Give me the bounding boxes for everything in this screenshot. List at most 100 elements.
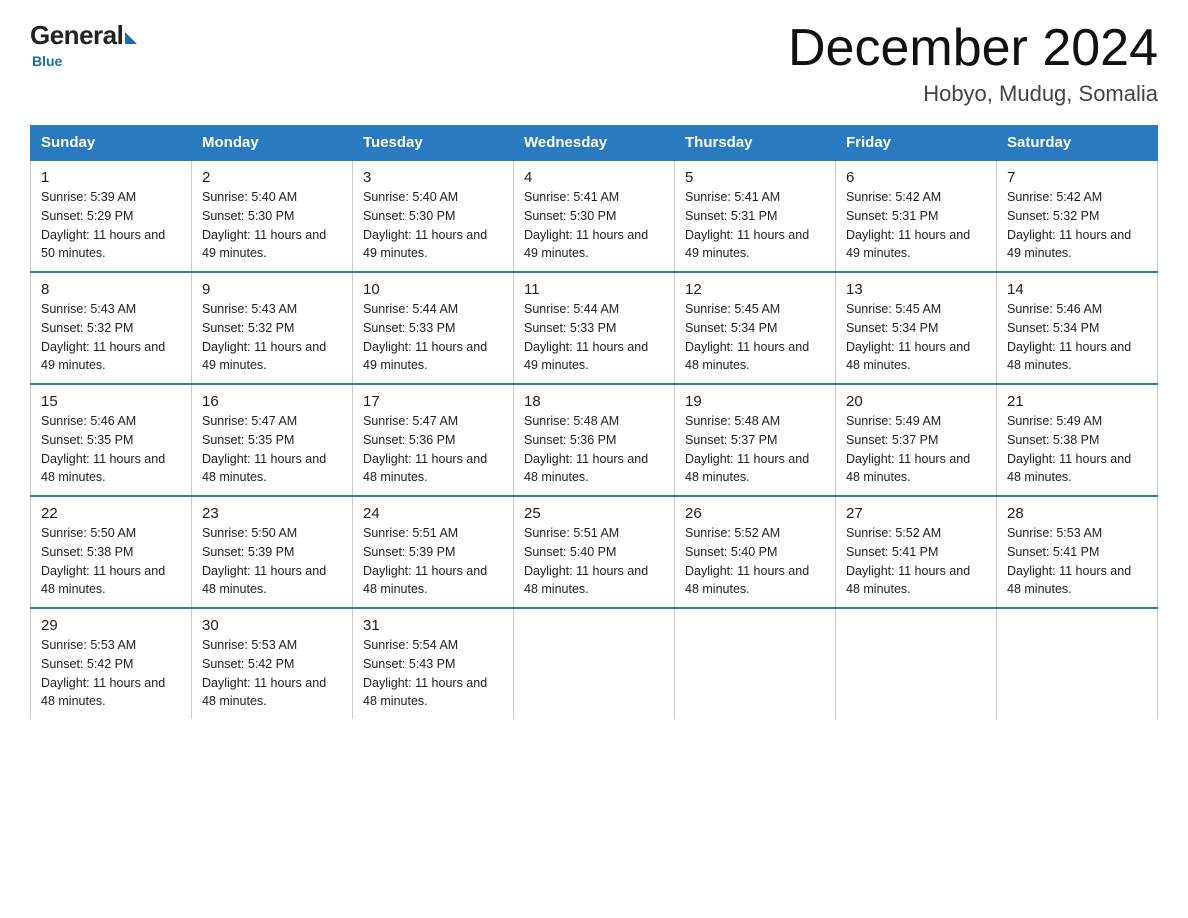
day-info: Sunrise: 5:46 AMSunset: 5:34 PMDaylight:…: [1007, 300, 1147, 375]
calendar-cell: 25 Sunrise: 5:51 AMSunset: 5:40 PMDayligh…: [514, 496, 675, 608]
header-saturday: Saturday: [997, 126, 1158, 161]
week-row-5: 29 Sunrise: 5:53 AMSunset: 5:42 PMDayligh…: [31, 608, 1158, 719]
calendar-cell: 29 Sunrise: 5:53 AMSunset: 5:42 PMDayligh…: [31, 608, 192, 719]
week-row-3: 15 Sunrise: 5:46 AMSunset: 5:35 PMDayligh…: [31, 384, 1158, 496]
day-info: Sunrise: 5:44 AMSunset: 5:33 PMDaylight:…: [363, 300, 503, 375]
calendar-cell: 13 Sunrise: 5:45 AMSunset: 5:34 PMDayligh…: [836, 272, 997, 384]
day-number: 15: [41, 393, 181, 410]
calendar-cell: 16Sunrise: 5:47 AMSunset: 5:35 PMDayligh…: [192, 384, 353, 496]
day-info: Sunrise: 5:40 AMSunset: 5:30 PMDaylight:…: [363, 188, 503, 263]
day-info: Sunrise: 5:50 AMSunset: 5:39 PMDaylight:…: [202, 524, 342, 599]
day-number: 19: [685, 393, 825, 410]
day-info: Sunrise: 5:43 AMSunset: 5:32 PMDaylight:…: [41, 300, 181, 375]
day-info: Sunrise: 5:51 AMSunset: 5:39 PMDaylight:…: [363, 524, 503, 599]
day-info: Sunrise: 5:40 AMSunset: 5:30 PMDaylight:…: [202, 188, 342, 263]
day-number: 4: [524, 169, 664, 186]
calendar-cell: 17 Sunrise: 5:47 AMSunset: 5:36 PMDayligh…: [353, 384, 514, 496]
calendar-cell: 28 Sunrise: 5:53 AMSunset: 5:41 PMDayligh…: [997, 496, 1158, 608]
day-info: Sunrise: 5:42 AMSunset: 5:31 PMDaylight:…: [846, 188, 986, 263]
day-info: Sunrise: 5:43 AMSunset: 5:32 PMDaylight:…: [202, 300, 342, 375]
day-number: 20: [846, 393, 986, 410]
calendar-cell: 23 Sunrise: 5:50 AMSunset: 5:39 PMDayligh…: [192, 496, 353, 608]
day-info: Sunrise: 5:42 AMSunset: 5:32 PMDaylight:…: [1007, 188, 1147, 263]
day-info: Sunrise: 5:41 AMSunset: 5:30 PMDaylight:…: [524, 188, 664, 263]
logo: General Blue: [30, 20, 139, 69]
calendar-cell: 10 Sunrise: 5:44 AMSunset: 5:33 PMDayligh…: [353, 272, 514, 384]
day-number: 2: [202, 169, 342, 186]
day-info: Sunrise: 5:54 AMSunset: 5:43 PMDaylight:…: [363, 636, 503, 711]
calendar-cell: 15 Sunrise: 5:46 AMSunset: 5:35 PMDayligh…: [31, 384, 192, 496]
day-number: 30: [202, 617, 342, 634]
calendar-cell: 14 Sunrise: 5:46 AMSunset: 5:34 PMDayligh…: [997, 272, 1158, 384]
calendar-cell: 2 Sunrise: 5:40 AMSunset: 5:30 PMDaylight…: [192, 160, 353, 272]
logo-subtitle: Blue: [32, 53, 62, 69]
calendar-header-row: SundayMondayTuesdayWednesdayThursdayFrid…: [31, 126, 1158, 161]
calendar-cell: 30Sunrise: 5:53 AMSunset: 5:42 PMDayligh…: [192, 608, 353, 719]
calendar-cell: 12 Sunrise: 5:45 AMSunset: 5:34 PMDayligh…: [675, 272, 836, 384]
day-info: Sunrise: 5:53 AMSunset: 5:42 PMDaylight:…: [41, 636, 181, 711]
day-info: Sunrise: 5:44 AMSunset: 5:33 PMDaylight:…: [524, 300, 664, 375]
day-number: 29: [41, 617, 181, 634]
day-number: 11: [524, 281, 664, 298]
day-info: Sunrise: 5:53 AMSunset: 5:41 PMDaylight:…: [1007, 524, 1147, 599]
header-wednesday: Wednesday: [514, 126, 675, 161]
calendar-cell: 19Sunrise: 5:48 AMSunset: 5:37 PMDayligh…: [675, 384, 836, 496]
calendar-cell: [675, 608, 836, 719]
week-row-1: 1Sunrise: 5:39 AMSunset: 5:29 PMDaylight…: [31, 160, 1158, 272]
week-row-2: 8 Sunrise: 5:43 AMSunset: 5:32 PMDaylight…: [31, 272, 1158, 384]
calendar-cell: [836, 608, 997, 719]
day-number: 14: [1007, 281, 1147, 298]
calendar-cell: 9 Sunrise: 5:43 AMSunset: 5:32 PMDaylight…: [192, 272, 353, 384]
day-info: Sunrise: 5:45 AMSunset: 5:34 PMDaylight:…: [846, 300, 986, 375]
day-number: 21: [1007, 393, 1147, 410]
header-monday: Monday: [192, 126, 353, 161]
calendar-cell: 26 Sunrise: 5:52 AMSunset: 5:40 PMDayligh…: [675, 496, 836, 608]
day-number: 16: [202, 393, 342, 410]
title-block: December 2024 Hobyo, Mudug, Somalia: [788, 20, 1158, 107]
calendar-cell: 20 Sunrise: 5:49 AMSunset: 5:37 PMDayligh…: [836, 384, 997, 496]
day-info: Sunrise: 5:49 AMSunset: 5:37 PMDaylight:…: [846, 412, 986, 487]
day-info: Sunrise: 5:46 AMSunset: 5:35 PMDaylight:…: [41, 412, 181, 487]
day-number: 13: [846, 281, 986, 298]
calendar-cell: [514, 608, 675, 719]
day-number: 25: [524, 505, 664, 522]
day-number: 5: [685, 169, 825, 186]
calendar-cell: 27Sunrise: 5:52 AMSunset: 5:41 PMDayligh…: [836, 496, 997, 608]
day-number: 6: [846, 169, 986, 186]
day-info: Sunrise: 5:45 AMSunset: 5:34 PMDaylight:…: [685, 300, 825, 375]
calendar-cell: 24 Sunrise: 5:51 AMSunset: 5:39 PMDayligh…: [353, 496, 514, 608]
day-number: 22: [41, 505, 181, 522]
calendar-cell: 21 Sunrise: 5:49 AMSunset: 5:38 PMDayligh…: [997, 384, 1158, 496]
day-info: Sunrise: 5:52 AMSunset: 5:40 PMDaylight:…: [685, 524, 825, 599]
day-number: 23: [202, 505, 342, 522]
header-thursday: Thursday: [675, 126, 836, 161]
day-info: Sunrise: 5:49 AMSunset: 5:38 PMDaylight:…: [1007, 412, 1147, 487]
calendar-cell: 5Sunrise: 5:41 AMSunset: 5:31 PMDaylight…: [675, 160, 836, 272]
day-number: 31: [363, 617, 503, 634]
day-info: Sunrise: 5:47 AMSunset: 5:36 PMDaylight:…: [363, 412, 503, 487]
calendar-cell: 4 Sunrise: 5:41 AMSunset: 5:30 PMDaylight…: [514, 160, 675, 272]
logo-general-text: General: [30, 20, 123, 51]
day-number: 8: [41, 281, 181, 298]
day-number: 12: [685, 281, 825, 298]
day-info: Sunrise: 5:51 AMSunset: 5:40 PMDaylight:…: [524, 524, 664, 599]
calendar-cell: 22Sunrise: 5:50 AMSunset: 5:38 PMDayligh…: [31, 496, 192, 608]
calendar-cell: 31 Sunrise: 5:54 AMSunset: 5:43 PMDayligh…: [353, 608, 514, 719]
header-tuesday: Tuesday: [353, 126, 514, 161]
day-number: 26: [685, 505, 825, 522]
header-sunday: Sunday: [31, 126, 192, 161]
calendar-cell: 7Sunrise: 5:42 AMSunset: 5:32 PMDaylight…: [997, 160, 1158, 272]
day-number: 9: [202, 281, 342, 298]
month-title: December 2024: [788, 20, 1158, 77]
week-row-4: 22Sunrise: 5:50 AMSunset: 5:38 PMDayligh…: [31, 496, 1158, 608]
day-number: 18: [524, 393, 664, 410]
day-number: 10: [363, 281, 503, 298]
location-title: Hobyo, Mudug, Somalia: [788, 81, 1158, 107]
calendar-cell: [997, 608, 1158, 719]
day-number: 24: [363, 505, 503, 522]
logo-triangle-icon: [125, 32, 137, 44]
day-number: 28: [1007, 505, 1147, 522]
calendar-cell: 1Sunrise: 5:39 AMSunset: 5:29 PMDaylight…: [31, 160, 192, 272]
day-number: 17: [363, 393, 503, 410]
calendar-cell: 8 Sunrise: 5:43 AMSunset: 5:32 PMDaylight…: [31, 272, 192, 384]
